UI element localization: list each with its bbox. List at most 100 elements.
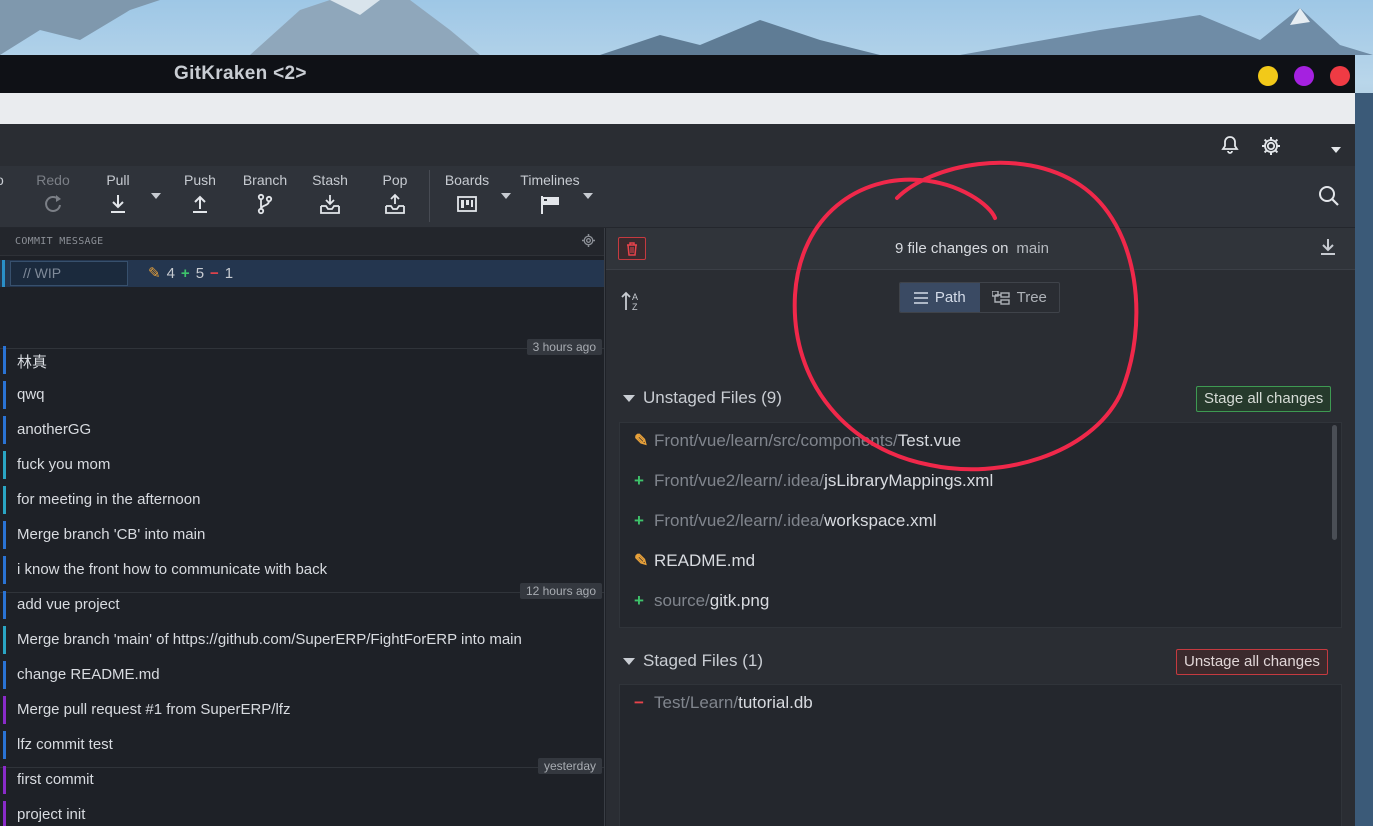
wip-change-stats: ✎ 4 + 5 − 1 xyxy=(148,264,234,283)
undo-button[interactable]: o xyxy=(0,172,4,188)
commit-message: add vue project xyxy=(17,596,120,613)
file-path: Front/vue/learn/src/components/ xyxy=(654,431,898,450)
column-settings-gear-icon[interactable] xyxy=(582,234,595,247)
file-item[interactable]: − Test/Learn/tutorial.db xyxy=(634,693,813,713)
branch-label: Branch xyxy=(242,172,288,188)
push-icon xyxy=(193,195,207,213)
wip-row[interactable]: // WIP ✎ 4 + 5 − 1 xyxy=(0,260,604,287)
commit-message: qwq xyxy=(17,386,45,403)
minus-icon: − xyxy=(210,264,219,282)
file-item[interactable]: + Front/vue2/learn/.idea/workspace.xml xyxy=(634,511,937,531)
collapse-triangle-icon xyxy=(623,657,635,665)
download-icon[interactable] xyxy=(1320,238,1336,256)
file-item[interactable]: + source/gitk.png xyxy=(634,591,769,611)
svg-text:Z: Z xyxy=(632,302,638,312)
pull-label: Pull xyxy=(106,172,130,188)
commit-message: first commit xyxy=(17,771,94,788)
branch-color-bar xyxy=(3,731,6,759)
unstaged-files-header[interactable]: Unstaged Files (9) xyxy=(623,388,782,408)
commit-row[interactable]: fuck you mom xyxy=(0,449,604,484)
path-view-label: Path xyxy=(934,289,966,306)
deleted-count: 1 xyxy=(224,264,234,282)
stage-all-button[interactable]: Stage all changes xyxy=(1196,386,1332,412)
file-name: tutorial.db xyxy=(738,693,813,712)
title-bar: GitKraken <2> xyxy=(0,55,1355,93)
file-item[interactable]: ✎ Front/vue/learn/src/components/Test.vue xyxy=(634,431,961,451)
boards-icon xyxy=(457,196,477,212)
commit-row[interactable]: qwq xyxy=(0,379,604,414)
file-path: Front/vue2/learn/.idea/ xyxy=(654,471,825,490)
discard-changes-button[interactable] xyxy=(618,237,646,260)
commit-message: Merge branch 'main' of https://github.co… xyxy=(17,631,522,648)
staged-files-title: Staged Files (1) xyxy=(643,651,763,670)
commit-message: i know the front how to communicate with… xyxy=(17,561,328,578)
commit-row[interactable]: for meeting in the afternoon xyxy=(0,484,604,519)
plus-icon: + xyxy=(634,511,644,530)
commit-row[interactable]: lfz commit test xyxy=(0,729,604,764)
commit-row[interactable]: Merge pull request #1 from SuperERP/lfz xyxy=(0,694,604,729)
boards-chevron-icon[interactable] xyxy=(500,192,512,200)
timelines-chevron-icon[interactable] xyxy=(582,192,594,200)
commit-row[interactable]: i know the front how to communicate with… xyxy=(0,554,604,589)
stash-button[interactable]: Stash xyxy=(311,172,349,215)
commit-row[interactable]: add vue project xyxy=(0,589,604,624)
commit-row[interactable]: first commit xyxy=(0,764,604,799)
branch-color-bar xyxy=(3,801,6,826)
tab-strip xyxy=(0,93,1355,124)
branch-color-bar xyxy=(3,591,6,619)
branch-color-bar xyxy=(3,451,6,479)
commit-row[interactable]: change README.md xyxy=(0,659,604,694)
file-item[interactable]: ✎ README.md xyxy=(634,551,755,571)
commit-row[interactable]: project init xyxy=(0,799,604,826)
stash-label: Stash xyxy=(312,172,348,188)
file-changes-header: 9 file changes on main xyxy=(606,228,1355,270)
pop-label: Pop xyxy=(382,172,408,188)
wip-branch-bar xyxy=(2,260,5,287)
path-view-button[interactable]: Path xyxy=(900,283,980,312)
commit-row[interactable]: 林真 xyxy=(0,344,604,379)
bell-icon[interactable] xyxy=(1220,135,1240,160)
push-button[interactable]: Push xyxy=(183,172,217,215)
file-item[interactable]: + Front/vue2/learn/.idea/jsLibraryMapping… xyxy=(634,471,993,491)
minimize-button[interactable] xyxy=(1258,66,1278,86)
file-name: Test.vue xyxy=(897,431,962,450)
maximize-button[interactable] xyxy=(1294,66,1314,86)
gear-icon[interactable] xyxy=(1260,135,1282,162)
commit-message: anotherGG xyxy=(17,421,92,438)
sort-az-icon[interactable]: AZ xyxy=(621,290,643,312)
commit-row[interactable]: anotherGG xyxy=(0,414,604,449)
scrollbar[interactable] xyxy=(1332,425,1337,540)
chevron-down-icon[interactable] xyxy=(1330,141,1342,159)
toolbar-divider xyxy=(429,170,430,222)
staged-files-header[interactable]: Staged Files (1) xyxy=(623,651,763,671)
list-icon xyxy=(913,291,928,304)
commit-row[interactable]: Merge branch 'main' of https://github.co… xyxy=(0,624,604,659)
wip-message-input[interactable]: // WIP xyxy=(10,261,128,286)
search-icon[interactable] xyxy=(1318,185,1340,207)
tree-view-button[interactable]: Tree xyxy=(980,283,1060,312)
file-changes-summary: 9 file changes on main xyxy=(895,240,1049,257)
branch-name: main xyxy=(1016,240,1049,257)
unstage-all-button[interactable]: Unstage all changes xyxy=(1176,649,1328,675)
boards-label: Boards xyxy=(444,172,490,188)
undo-label: o xyxy=(0,172,4,188)
pull-options-chevron-icon[interactable] xyxy=(150,192,162,200)
branch-button[interactable]: Branch xyxy=(242,172,288,215)
branch-color-bar xyxy=(3,381,6,409)
branch-color-bar xyxy=(3,486,6,514)
pull-icon xyxy=(111,195,125,213)
file-path: Test/Learn/ xyxy=(654,693,739,712)
redo-button[interactable]: Redo xyxy=(36,172,70,215)
pop-button[interactable]: Pop xyxy=(380,172,410,215)
timelines-button[interactable]: Timelines xyxy=(518,172,582,215)
timelines-icon xyxy=(541,196,559,214)
file-path: source/ xyxy=(654,591,710,610)
pencil-icon: ✎ xyxy=(634,551,649,570)
timelines-label: Timelines xyxy=(520,172,580,188)
commit-message: fuck you mom xyxy=(17,456,111,473)
commit-row[interactable]: Merge branch 'CB' into main xyxy=(0,519,604,554)
boards-button[interactable]: Boards xyxy=(443,172,491,215)
pull-button[interactable]: Pull xyxy=(104,172,132,215)
file-name: workspace.xml xyxy=(824,511,937,530)
close-button[interactable] xyxy=(1330,66,1350,86)
